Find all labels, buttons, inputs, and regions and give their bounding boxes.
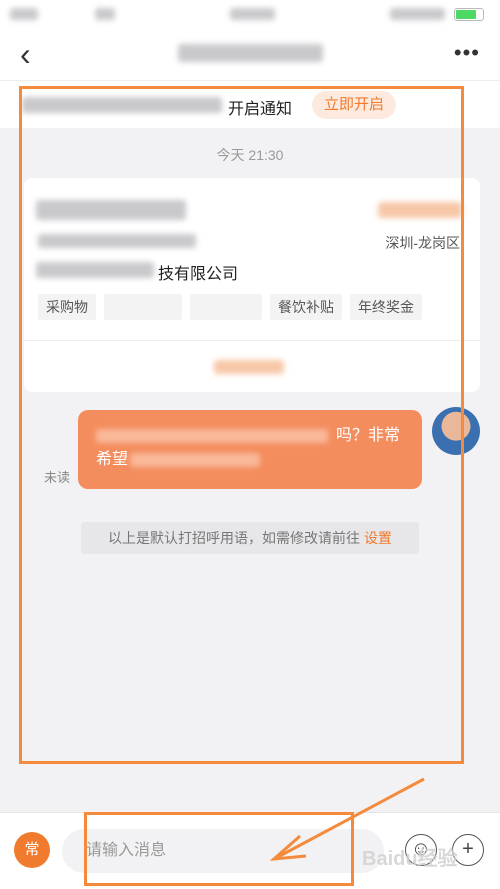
- annotation-arrow: [269, 777, 425, 861]
- watermark: Baidu经验: [362, 848, 458, 870]
